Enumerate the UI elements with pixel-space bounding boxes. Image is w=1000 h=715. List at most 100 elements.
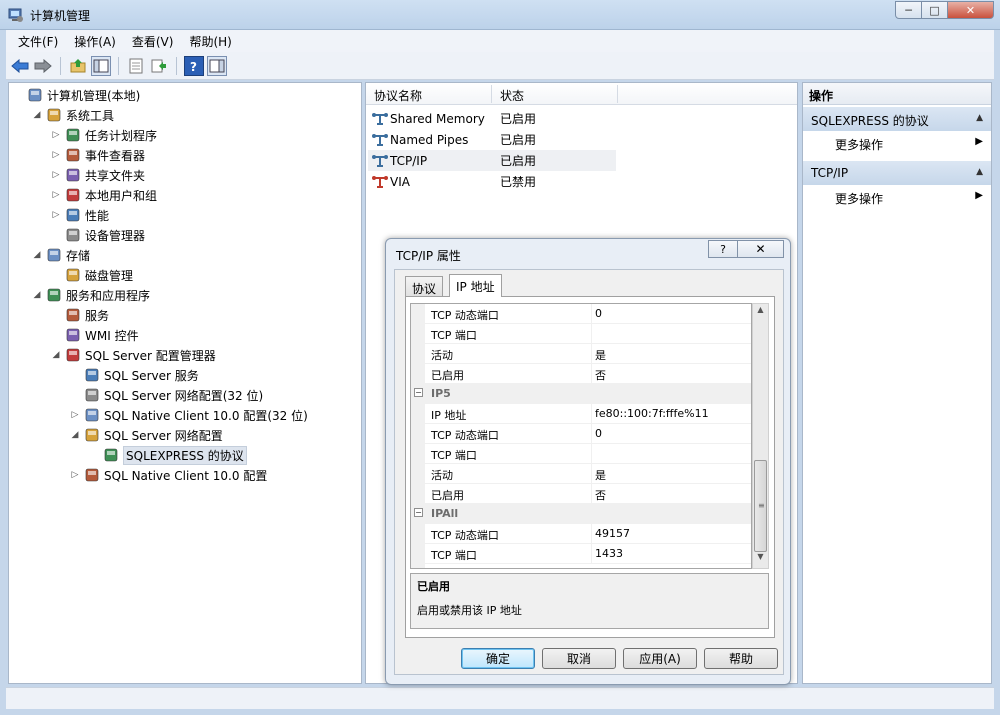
more-actions-protocols[interactable]: 更多操作 ▶ [803, 132, 991, 154]
actions-section-tcpip[interactable]: TCP/IP ▲ [803, 161, 991, 185]
grid-property-row[interactable]: TCP 动态端口 0 [411, 424, 751, 444]
property-value[interactable]: fe80::100:7f:fffe%11 [595, 407, 709, 420]
expand-icon[interactable]: ▷ [70, 410, 80, 420]
help-button[interactable]: ? [184, 55, 204, 76]
collapse-icon[interactable]: − [414, 508, 423, 517]
tree-item[interactable]: 计算机管理(本地) [13, 85, 140, 105]
collapse-icon[interactable]: ▲ [976, 113, 983, 123]
property-value[interactable]: 49157 [595, 527, 630, 540]
export-list-button[interactable] [149, 56, 169, 76]
collapse-icon[interactable]: ▲ [976, 167, 983, 177]
grid-property-row[interactable]: TCP 动态端口 0 [411, 304, 751, 324]
scroll-up-icon[interactable]: ▲ [753, 305, 768, 320]
list-item[interactable]: VIA 已禁用 [368, 171, 616, 192]
tree-item[interactable]: ▷ 任务计划程序 [51, 125, 157, 145]
tree-item[interactable]: ◢ 服务和应用程序 [32, 285, 150, 305]
property-value[interactable]: 否 [595, 367, 606, 383]
forward-arrow-icon [34, 58, 52, 73]
tree-item[interactable]: ▷ 共享文件夹 [51, 165, 145, 185]
menu-view[interactable]: 查看(V) [124, 33, 182, 50]
tab-ip-address[interactable]: IP 地址 [449, 274, 502, 297]
grid-property-row[interactable]: TCP 端口 [411, 324, 751, 344]
tree-item[interactable]: ▷ 本地用户和组 [51, 185, 157, 205]
vertical-scrollbar[interactable]: ▲ ≡ ▼ [752, 303, 769, 569]
collapse-icon[interactable]: − [414, 388, 423, 397]
scroll-down-icon[interactable]: ▼ [753, 552, 768, 567]
menu-action[interactable]: 操作(A) [66, 33, 124, 50]
list-item[interactable]: Shared Memory 已启用 [368, 108, 616, 129]
back-button[interactable] [10, 56, 30, 76]
expand-icon[interactable]: ▷ [51, 190, 61, 200]
dialog-close-button[interactable]: ✕ [738, 240, 784, 258]
forward-button[interactable] [33, 56, 53, 76]
up-level-button[interactable] [68, 56, 88, 76]
column-state[interactable]: 状态 [500, 87, 524, 104]
actions-section-protocols[interactable]: SQLEXPRESS 的协议 ▲ [803, 107, 991, 131]
protocol-name: Named Pipes [390, 132, 469, 147]
tree-item-label: SQL Server 网络配置 [104, 428, 223, 443]
expand-icon[interactable]: ▷ [51, 210, 61, 220]
menu-file[interactable]: 文件(F) [10, 33, 66, 50]
tree-item[interactable]: 磁盘管理 [51, 265, 133, 285]
scroll-thumb[interactable]: ≡ [754, 460, 767, 552]
show-action-pane-button[interactable] [207, 55, 227, 76]
tree-item[interactable]: ▷ 事件查看器 [51, 145, 145, 165]
tree-item[interactable]: WMI 控件 [51, 325, 139, 345]
list-item[interactable]: TCP/IP 已启用 [368, 150, 616, 171]
grid-property-row[interactable]: 活动 是 [411, 344, 751, 364]
tree-item[interactable]: SQLEXPRESS 的协议 [89, 445, 247, 465]
tree-item-label: 共享文件夹 [85, 168, 146, 183]
tree-item[interactable]: ◢ SQL Server 网络配置 [70, 425, 223, 445]
grid-property-row[interactable]: TCP 端口 [411, 444, 751, 464]
apply-button[interactable]: 应用(A) [623, 648, 697, 669]
property-value[interactable]: 1433 [595, 547, 623, 560]
property-value[interactable]: 是 [595, 347, 606, 363]
minimize-button[interactable]: ─ [895, 1, 922, 19]
dialog-help-button[interactable]: ? [708, 240, 738, 258]
grid-property-row[interactable]: TCP 端口 1433 [411, 544, 751, 564]
grid-category[interactable]: − IP5 [411, 384, 751, 404]
maximize-button[interactable]: □ [922, 1, 948, 19]
tree-item[interactable]: ◢ 系统工具 [32, 105, 114, 125]
tab-protocol[interactable]: 协议 [405, 276, 444, 296]
tree-item[interactable]: 设备管理器 [51, 225, 145, 245]
grid-category[interactable]: − IPAll [411, 504, 751, 524]
property-value[interactable]: 0 [595, 427, 602, 440]
more-actions-tcpip[interactable]: 更多操作 ▶ [803, 186, 991, 208]
expand-icon[interactable]: ▷ [70, 470, 80, 480]
collapse-icon[interactable]: ◢ [51, 350, 61, 360]
grid-property-row[interactable]: 已启用 否 [411, 484, 751, 504]
tree-item[interactable]: SQL Server 服务 [70, 365, 199, 385]
tree-item[interactable]: SQL Server 网络配置(32 位) [70, 385, 263, 405]
show-hide-tree-button[interactable] [91, 55, 111, 76]
tree-item[interactable]: ▷ SQL Native Client 10.0 配置 [70, 465, 268, 485]
grid-property-row[interactable]: IP 地址 fe80::100:7f:fffe%11 [411, 404, 751, 424]
tree-item[interactable]: ◢ 存储 [32, 245, 90, 265]
menu-help[interactable]: 帮助(H) [181, 33, 239, 50]
collapse-icon[interactable]: ◢ [32, 290, 42, 300]
cancel-button[interactable]: 取消 [542, 648, 616, 669]
expand-icon[interactable]: ▷ [51, 170, 61, 180]
close-button[interactable]: ✕ [948, 1, 994, 19]
grid-property-row[interactable]: 已启用 否 [411, 364, 751, 384]
tree-item[interactable]: 服务 [51, 305, 109, 325]
property-value[interactable]: 是 [595, 467, 606, 483]
collapse-icon[interactable]: ◢ [32, 250, 42, 260]
property-value[interactable]: 否 [595, 487, 606, 503]
list-item[interactable]: Named Pipes 已启用 [368, 129, 616, 150]
properties-button[interactable] [126, 56, 146, 76]
tree-item[interactable]: ▷ SQL Native Client 10.0 配置(32 位) [70, 405, 308, 425]
collapse-icon[interactable]: ◢ [32, 110, 42, 120]
expand-icon[interactable]: ▷ [51, 150, 61, 160]
expand-icon[interactable]: ▷ [51, 130, 61, 140]
help-dialog-button[interactable]: 帮助 [704, 648, 778, 669]
tree-item[interactable]: ▷ 性能 [51, 205, 109, 225]
property-value[interactable]: 0 [595, 307, 602, 320]
ok-button[interactable]: 确定 [461, 648, 535, 669]
tree-item[interactable]: ◢ SQL Server 配置管理器 [51, 345, 216, 365]
column-protocol-name[interactable]: 协议名称 [374, 87, 422, 104]
grid-property-row[interactable]: 活动 是 [411, 464, 751, 484]
grid-property-row[interactable]: TCP 动态端口 49157 [411, 524, 751, 544]
collapse-icon[interactable]: ◢ [70, 430, 80, 440]
tree-item-label: 磁盘管理 [85, 268, 134, 283]
